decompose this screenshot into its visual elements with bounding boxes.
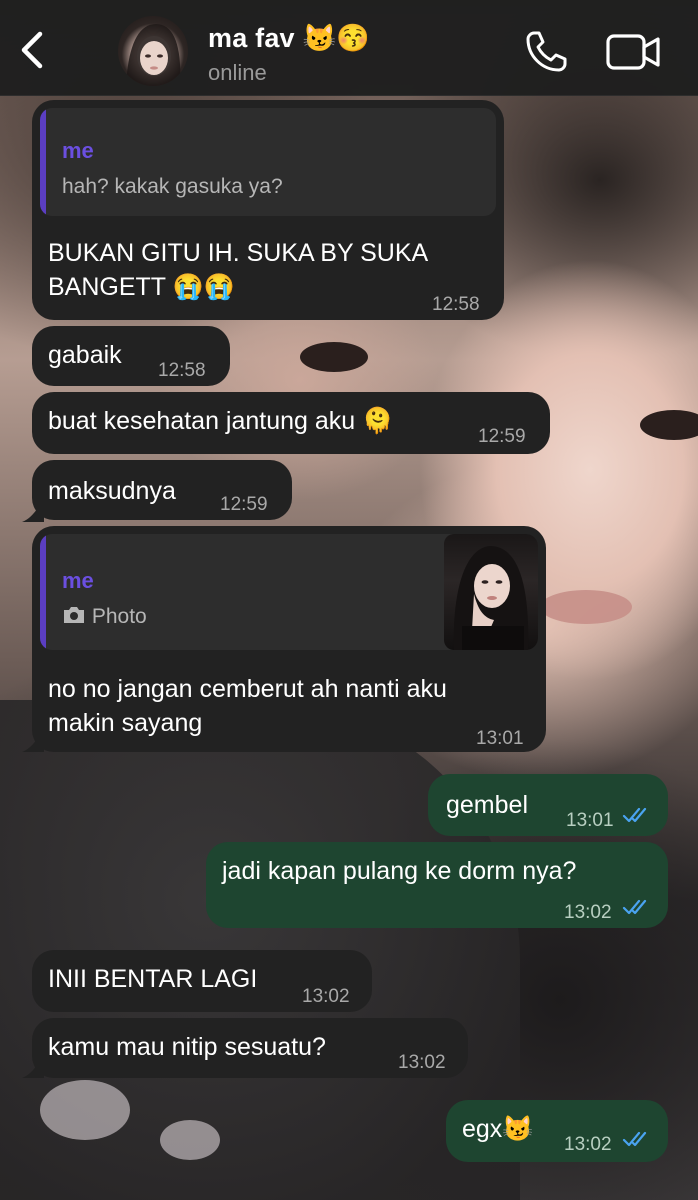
photo-thumbnail-image <box>453 546 529 650</box>
message-text: maksudnya <box>48 477 176 505</box>
wallpaper-detail <box>40 1080 130 1140</box>
message-text: kamu mau nitip sesuatu? <box>48 1033 326 1061</box>
message-time: 13:02 <box>564 902 612 923</box>
video-camera-icon <box>606 34 660 70</box>
avatar-image <box>126 24 181 86</box>
message-text: gabaik <box>48 341 122 369</box>
message-time: 12:59 <box>478 426 526 447</box>
message-text: BANGETT 😭😭 <box>48 273 235 301</box>
quote-text: hah? kakak gasuka ya? <box>62 175 283 198</box>
message-time: 12:58 <box>432 294 480 315</box>
message-bubble-incoming[interactable]: kamu mau nitip sesuatu? 13:02 <box>22 1018 468 1078</box>
message-text: gembel <box>446 791 528 819</box>
contact-name[interactable]: ma fav 😼😚 <box>208 22 370 54</box>
contact-status: online <box>208 60 267 85</box>
message-time: 12:59 <box>220 494 268 515</box>
bubble-tail <box>22 730 44 752</box>
message-bubble-incoming[interactable]: me Photo no no jangan cemberut ah nanti … <box>22 526 546 752</box>
message-text: egx😼 <box>462 1115 534 1143</box>
message-bubble-incoming[interactable]: maksudnya 12:59 <box>22 460 292 522</box>
message-text: jadi kapan pulang ke dorm nya? <box>222 857 577 885</box>
quote-author: me <box>62 568 94 593</box>
back-button[interactable] <box>10 26 54 74</box>
message-time: 13:02 <box>398 1052 446 1073</box>
reply-quote[interactable]: me hah? kakak gasuka ya? <box>40 108 496 216</box>
contact-avatar[interactable] <box>118 16 188 86</box>
message-bubble-outgoing[interactable]: jadi kapan pulang ke dorm nya? 13:02 <box>206 842 668 928</box>
voice-call-button[interactable] <box>522 28 570 76</box>
video-call-button[interactable] <box>604 30 662 74</box>
chevron-left-icon <box>21 31 43 69</box>
message-time: 13:01 <box>566 810 614 831</box>
message-text: buat kesehatan jantung aku 🫠 <box>48 407 394 435</box>
message-bubble-outgoing[interactable]: gembel 13:01 <box>428 774 668 836</box>
camera-icon <box>64 607 84 623</box>
bubble-tail <box>22 500 44 522</box>
quote-author: me <box>62 138 94 163</box>
wallpaper-detail <box>640 410 698 440</box>
quote-text: Photo <box>91 605 147 628</box>
message-bubble-incoming[interactable]: INII BENTAR LAGI 13:02 <box>32 950 372 1012</box>
message-text: INII BENTAR LAGI <box>48 965 258 993</box>
wallpaper-detail <box>160 1120 220 1160</box>
message-text: BUKAN GITU IH. SUKA BY SUKA <box>48 239 429 267</box>
chat-header: ma fav 😼😚 online <box>0 0 698 96</box>
message-bubble-incoming[interactable]: me hah? kakak gasuka ya? BUKAN GITU IH. … <box>32 100 504 320</box>
reply-quote[interactable]: me Photo <box>40 534 538 650</box>
message-time: 13:02 <box>564 1134 612 1155</box>
quote-accent-bar <box>40 108 46 216</box>
message-bubble-incoming[interactable]: gabaik 12:58 <box>32 326 230 386</box>
message-time: 13:01 <box>476 728 524 749</box>
read-receipt-icon <box>622 1131 647 1147</box>
read-receipt-icon <box>622 899 647 915</box>
quote-photo-thumbnail[interactable] <box>444 534 538 650</box>
message-bubble-outgoing[interactable]: egx😼 13:02 <box>446 1100 668 1162</box>
message-time: 12:58 <box>158 360 206 381</box>
quote-accent-bar <box>40 534 46 650</box>
wallpaper-detail <box>300 342 368 372</box>
phone-icon <box>526 31 567 72</box>
message-text: makin sayang <box>48 709 203 737</box>
message-bubble-incoming[interactable]: buat kesehatan jantung aku 🫠 12:59 <box>32 392 550 454</box>
bubble-tail <box>22 1056 44 1078</box>
quote-photo-label: Photo <box>62 600 147 634</box>
message-time: 13:02 <box>302 986 350 1007</box>
wallpaper-detail <box>540 590 632 624</box>
read-receipt-icon <box>622 807 647 823</box>
message-text: no no jangan cemberut ah nanti aku <box>48 675 447 703</box>
